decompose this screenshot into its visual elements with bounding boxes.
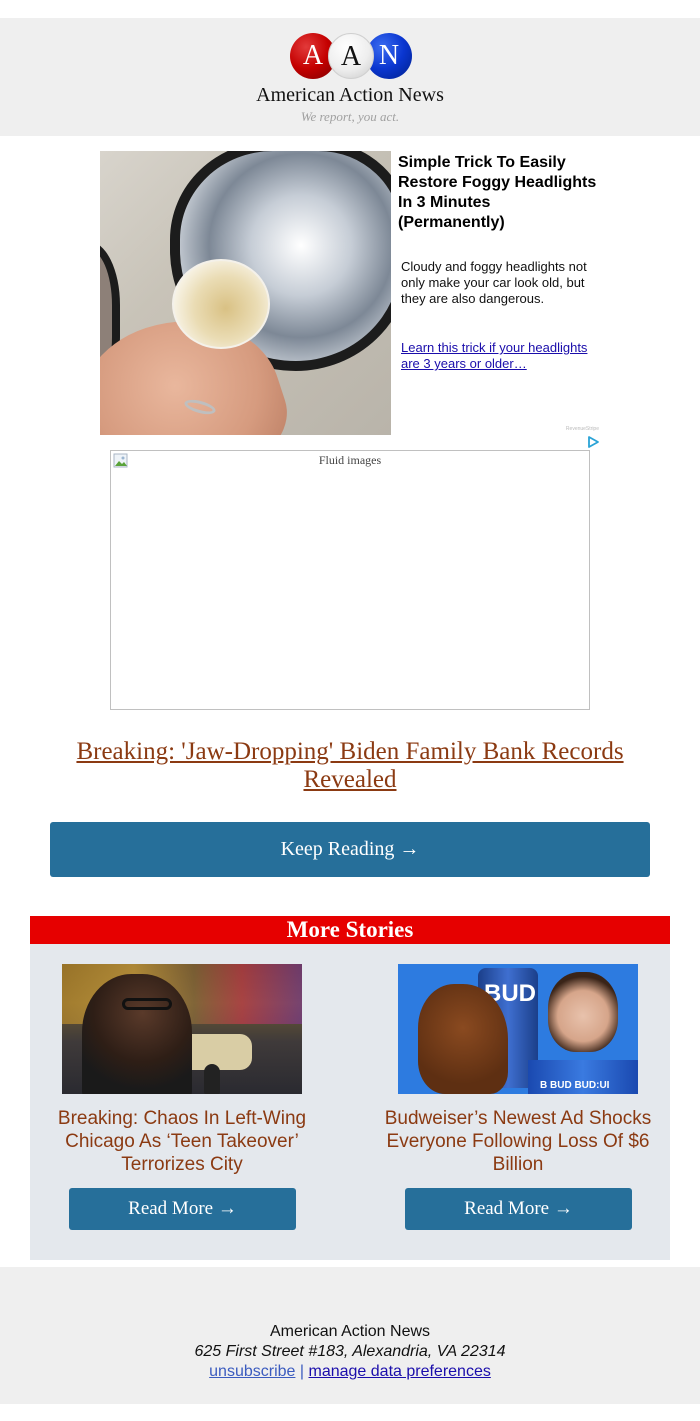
- story-title[interactable]: Budweiser’s Newest Ad Shocks Everyone Fo…: [368, 1107, 668, 1176]
- ad-attribution: RevenueStripe: [565, 426, 599, 432]
- ad-title[interactable]: Simple Trick To Easily Restore Foggy Hea…: [398, 153, 598, 233]
- logo-circle-white: A: [328, 33, 374, 79]
- budweiser-story-image[interactable]: BUD B BUD BUD:UI: [398, 964, 638, 1094]
- sponsored-ad[interactable]: Simple Trick To Easily Restore Foggy Hea…: [100, 151, 600, 451]
- footer-org-name: American Action News: [269, 1323, 431, 1340]
- manage-data-preferences-link[interactable]: manage data preferences: [309, 1363, 491, 1380]
- adchoices-triangle-icon[interactable]: [586, 435, 600, 449]
- ad-link[interactable]: Learn this trick if your headlights are …: [401, 340, 601, 372]
- speaker: [82, 974, 192, 1094]
- keep-reading-button[interactable]: Keep Reading →: [50, 822, 650, 877]
- link-separator: |: [299, 1363, 305, 1380]
- email-header: A A N American Action News We report, yo…: [0, 18, 700, 136]
- clydesdale-horse: [418, 984, 508, 1094]
- main-headline-link[interactable]: Breaking: 'Jaw-Dropping' Biden Family Ba…: [50, 738, 650, 794]
- footer-address: 625 First Street #183, Alexandria, VA 22…: [194, 1343, 506, 1360]
- fluid-image-alt-text: Fluid images: [318, 453, 382, 467]
- fluid-image-placeholder[interactable]: Fluid images: [110, 450, 590, 710]
- story-title[interactable]: Breaking: Chaos In Left-Wing Chicago As …: [32, 1107, 332, 1176]
- glasses: [122, 998, 172, 1010]
- pack-label: B BUD BUD:UI: [540, 1080, 610, 1091]
- microphone: [204, 1064, 220, 1094]
- unsubscribe-link[interactable]: unsubscribe: [209, 1363, 295, 1380]
- email-footer: American Action News 625 First Street #1…: [0, 1267, 700, 1404]
- more-stories-header: More Stories: [30, 916, 670, 944]
- more-stories-section: More Stories Breaking: Chaos In Left-Win…: [30, 916, 670, 1260]
- read-more-button[interactable]: Read More →: [405, 1188, 632, 1230]
- chicago-story-image[interactable]: [62, 964, 302, 1094]
- person: [548, 972, 618, 1052]
- headlight-photo[interactable]: [100, 151, 391, 435]
- tagline: We report, you act.: [300, 109, 400, 124]
- read-more-button[interactable]: Read More →: [69, 1188, 296, 1230]
- brand-name: American Action News: [256, 84, 444, 106]
- footer-links: unsubscribe | manage data preferences: [0, 1362, 700, 1382]
- cotton-pad: [172, 259, 270, 349]
- ad-body: Cloudy and foggy headlights not only mak…: [401, 259, 587, 306]
- aan-logo[interactable]: A A N: [290, 33, 412, 79]
